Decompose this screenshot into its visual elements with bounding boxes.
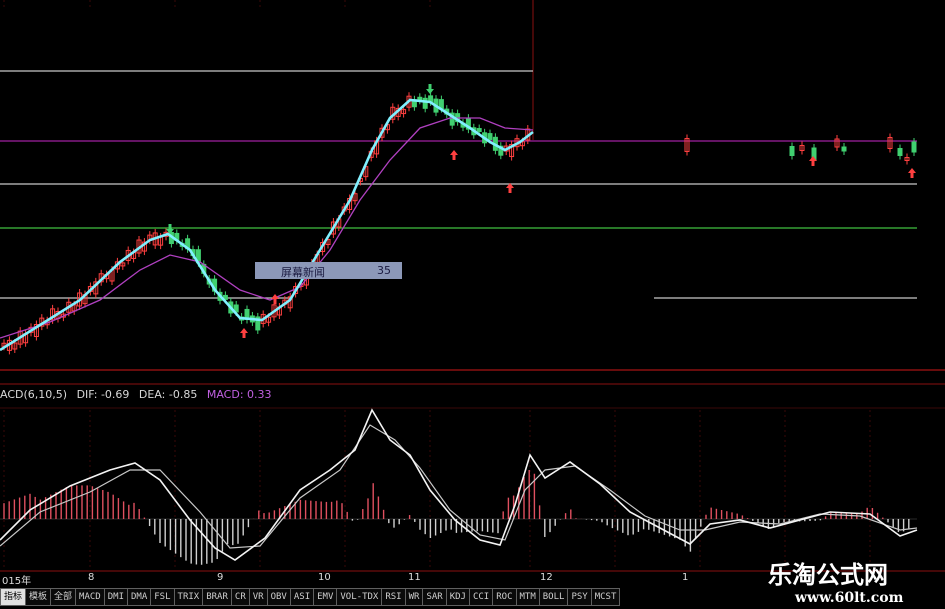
tab-fsl[interactable]: FSL xyxy=(150,588,175,606)
date-label: 1 xyxy=(682,572,689,583)
date-label: 10 xyxy=(318,572,331,583)
candle-body xyxy=(911,141,917,153)
date-label: 11 xyxy=(408,572,421,583)
tab-mcst[interactable]: MCST xyxy=(590,588,621,606)
candle-body xyxy=(476,128,482,133)
tab-boll[interactable]: BOLL xyxy=(538,588,569,606)
tab-template[interactable]: 模板 xyxy=(25,588,52,606)
tab-brar[interactable]: BRAR xyxy=(202,588,232,606)
macd-legend: ACD(6,10,5) DIF: -0.69 DEA: -0.85 MACD: … xyxy=(0,388,278,401)
tab-roc[interactable]: ROC xyxy=(492,588,517,606)
tab-wr[interactable]: WR xyxy=(404,588,424,606)
candle-body xyxy=(789,146,795,156)
indicator-tab-bar: 指标 模板 全部 MACD DMI DMA FSL TRIX BRAR CR V… xyxy=(0,588,621,606)
news-tooltip[interactable]: 屏幕新闻 35 xyxy=(255,262,402,279)
buy-arrow-icon xyxy=(271,294,279,304)
macd-value: MACD: 0.33 xyxy=(206,388,272,401)
candle-body xyxy=(897,148,903,156)
sell-arrow-icon xyxy=(426,84,434,94)
tab-dmi[interactable]: DMI xyxy=(103,588,128,606)
candle-body xyxy=(841,146,847,152)
tab-cr[interactable]: CR xyxy=(230,588,250,606)
level-lines xyxy=(0,70,917,299)
date-label: 12 xyxy=(540,572,553,583)
buy-arrow-icon xyxy=(908,168,916,178)
date-label: 8 xyxy=(88,572,95,583)
chart-frame xyxy=(0,0,945,572)
candlestick-series xyxy=(1,91,917,355)
tab-macd[interactable]: MACD xyxy=(75,588,105,606)
buy-arrow-icon xyxy=(450,150,458,160)
dea-line xyxy=(0,424,918,549)
candle-body xyxy=(487,133,493,141)
buy-arrow-icon xyxy=(240,328,248,338)
macd-histogram xyxy=(3,470,910,565)
candle-body xyxy=(422,97,428,109)
tab-all[interactable]: 全部 xyxy=(50,588,77,606)
tab-rsi[interactable]: RSI xyxy=(381,588,406,606)
tab-obv[interactable]: OBV xyxy=(266,588,291,606)
dea-value: DEA: -0.85 xyxy=(138,388,198,401)
tab-psy[interactable]: PSY xyxy=(567,588,592,606)
signal-arrows xyxy=(166,84,916,338)
dif-line xyxy=(0,408,918,561)
date-label: 015年 xyxy=(2,576,32,587)
stock-chart-canvas xyxy=(0,0,945,572)
tab-trix[interactable]: TRIX xyxy=(173,588,204,606)
tab-sar[interactable]: SAR xyxy=(422,588,447,606)
vertical-grid xyxy=(3,0,871,570)
tab-asi[interactable]: ASI xyxy=(289,588,315,606)
tab-mtm[interactable]: MTM xyxy=(515,588,540,606)
dif-value: DIF: -0.69 xyxy=(76,388,130,401)
tab-dma[interactable]: DMA xyxy=(127,588,152,606)
watermark-title: 乐淘公式网 xyxy=(768,560,888,589)
macd-indicator-name[interactable]: ACD(6,10,5) xyxy=(0,388,67,401)
tooltip-value: 35 xyxy=(377,264,391,277)
tab-vol-tdx[interactable]: VOL-TDX xyxy=(336,588,383,606)
watermark-url: www.60lt.com xyxy=(795,590,904,606)
tab-kdj[interactable]: KDJ xyxy=(445,588,470,606)
date-label: 9 xyxy=(217,572,224,583)
ma-fast-line xyxy=(0,98,534,352)
tab-emv[interactable]: EMV xyxy=(313,588,338,606)
tooltip-label: 屏幕新闻 xyxy=(281,266,325,279)
tab-vr[interactable]: VR xyxy=(248,588,268,606)
tab-cci[interactable]: CCI xyxy=(468,588,494,606)
tab-indicator[interactable]: 指标 xyxy=(0,588,27,606)
